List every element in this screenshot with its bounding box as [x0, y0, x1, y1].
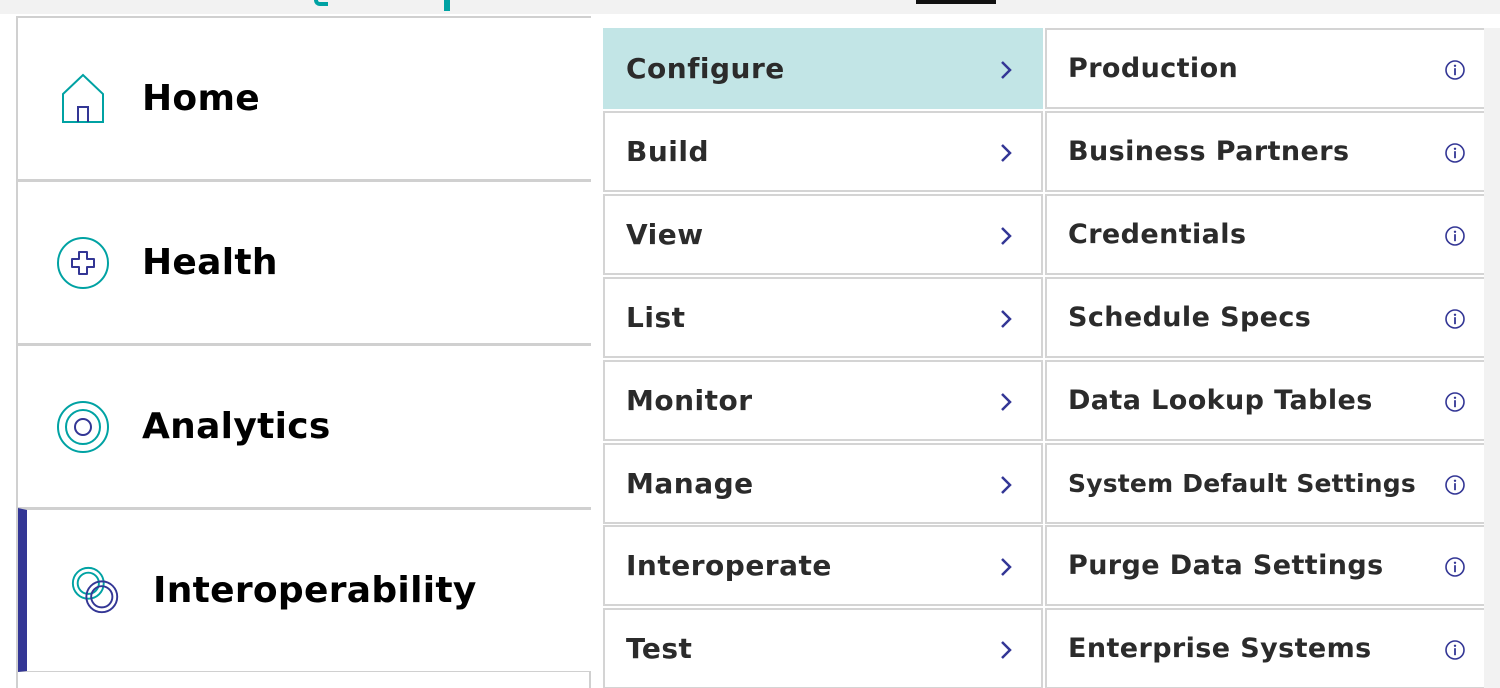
menu-item-label: Manage — [626, 467, 754, 500]
submenu-item-schedule-specs[interactable]: Schedule Specs — [1045, 277, 1485, 358]
top-strip — [0, 0, 1500, 14]
menu-item-build[interactable]: Build — [603, 111, 1043, 192]
submenu-item-enterprise-systems[interactable]: Enterprise Systems — [1045, 608, 1485, 688]
chevron-right-icon — [1001, 641, 1012, 659]
menu-item-label: List — [626, 301, 686, 334]
submenu-item-label: Purge Data Settings — [1068, 550, 1384, 581]
chevron-right-icon — [1001, 476, 1012, 494]
menu-item-label: Build — [626, 135, 710, 168]
menu-item-label: View — [626, 218, 704, 251]
info-icon[interactable] — [1444, 474, 1466, 496]
submenu-item-credentials[interactable]: Credentials — [1045, 194, 1485, 275]
nav-item-analytics[interactable]: Analytics — [18, 344, 591, 508]
chevron-right-icon — [1001, 393, 1012, 411]
submenu-item-label: Business Partners — [1068, 136, 1350, 167]
health-plus-icon — [56, 236, 110, 290]
menu-item-monitor[interactable]: Monitor — [603, 360, 1043, 441]
submenu-item-label: Enterprise Systems — [1068, 633, 1372, 664]
menu-item-label: Test — [626, 632, 693, 665]
menu-item-list[interactable]: List — [603, 277, 1043, 358]
info-icon[interactable] — [1444, 225, 1466, 247]
top-fragment-graphic — [916, 0, 996, 4]
nav-item-label: Home — [142, 78, 260, 119]
menu-item-manage[interactable]: Manage — [603, 443, 1043, 524]
info-icon[interactable] — [1444, 142, 1466, 164]
chevron-right-icon — [1001, 558, 1012, 576]
menu-item-label: Interoperate — [626, 549, 832, 582]
submenu-item-data-lookup-tables[interactable]: Data Lookup Tables — [1045, 360, 1485, 441]
nav-item-label: Interoperability — [153, 570, 477, 611]
top-fragment-graphic — [444, 0, 450, 11]
interoperability-rings-icon — [69, 564, 123, 618]
home-icon — [56, 72, 110, 126]
menu-column: Configure Build View List Monitor Manage… — [603, 28, 1043, 688]
submenu-item-label: Data Lookup Tables — [1068, 385, 1373, 416]
menu-item-view[interactable]: View — [603, 194, 1043, 275]
chevron-right-icon — [1001, 144, 1012, 162]
nav-item-home[interactable]: Home — [18, 16, 591, 180]
menu-item-interoperate[interactable]: Interoperate — [603, 525, 1043, 606]
menu-item-label: Configure — [626, 52, 785, 85]
submenu-item-business-partners[interactable]: Business Partners — [1045, 111, 1485, 192]
top-fragment-graphic — [314, 0, 328, 6]
chevron-right-icon — [1001, 227, 1012, 245]
chevron-right-icon — [1001, 61, 1012, 79]
info-icon[interactable] — [1444, 391, 1466, 413]
info-icon[interactable] — [1444, 556, 1466, 578]
nav-item-interoperability[interactable]: Interoperability — [18, 508, 591, 672]
submenu-item-label: System Default Settings — [1068, 469, 1416, 498]
submenu-item-system-default-settings[interactable]: System Default Settings — [1045, 443, 1485, 524]
nav-item-label: Analytics — [142, 406, 331, 447]
menu-item-test[interactable]: Test — [603, 608, 1043, 688]
nav-item-label: Health — [142, 242, 278, 283]
submenu-item-label: Credentials — [1068, 219, 1247, 250]
submenu-item-label: Production — [1068, 53, 1239, 84]
menu-item-configure[interactable]: Configure — [603, 28, 1043, 109]
nav-item-health[interactable]: Health — [18, 180, 591, 344]
info-icon[interactable] — [1444, 308, 1466, 330]
info-icon[interactable] — [1444, 59, 1466, 81]
menu-item-label: Monitor — [626, 384, 753, 417]
analytics-target-icon — [56, 400, 110, 454]
submenu-item-production[interactable]: Production — [1045, 28, 1485, 109]
chevron-right-icon — [1001, 310, 1012, 328]
submenu-item-purge-data-settings[interactable]: Purge Data Settings — [1045, 525, 1485, 606]
info-icon[interactable] — [1444, 639, 1466, 661]
submenu-column: Production Business Partners Credentials… — [1045, 28, 1485, 688]
submenu-item-label: Schedule Specs — [1068, 302, 1312, 333]
left-navigation: Home Health Analytics Interoperability — [16, 16, 591, 688]
scroll-edge — [1484, 28, 1500, 688]
